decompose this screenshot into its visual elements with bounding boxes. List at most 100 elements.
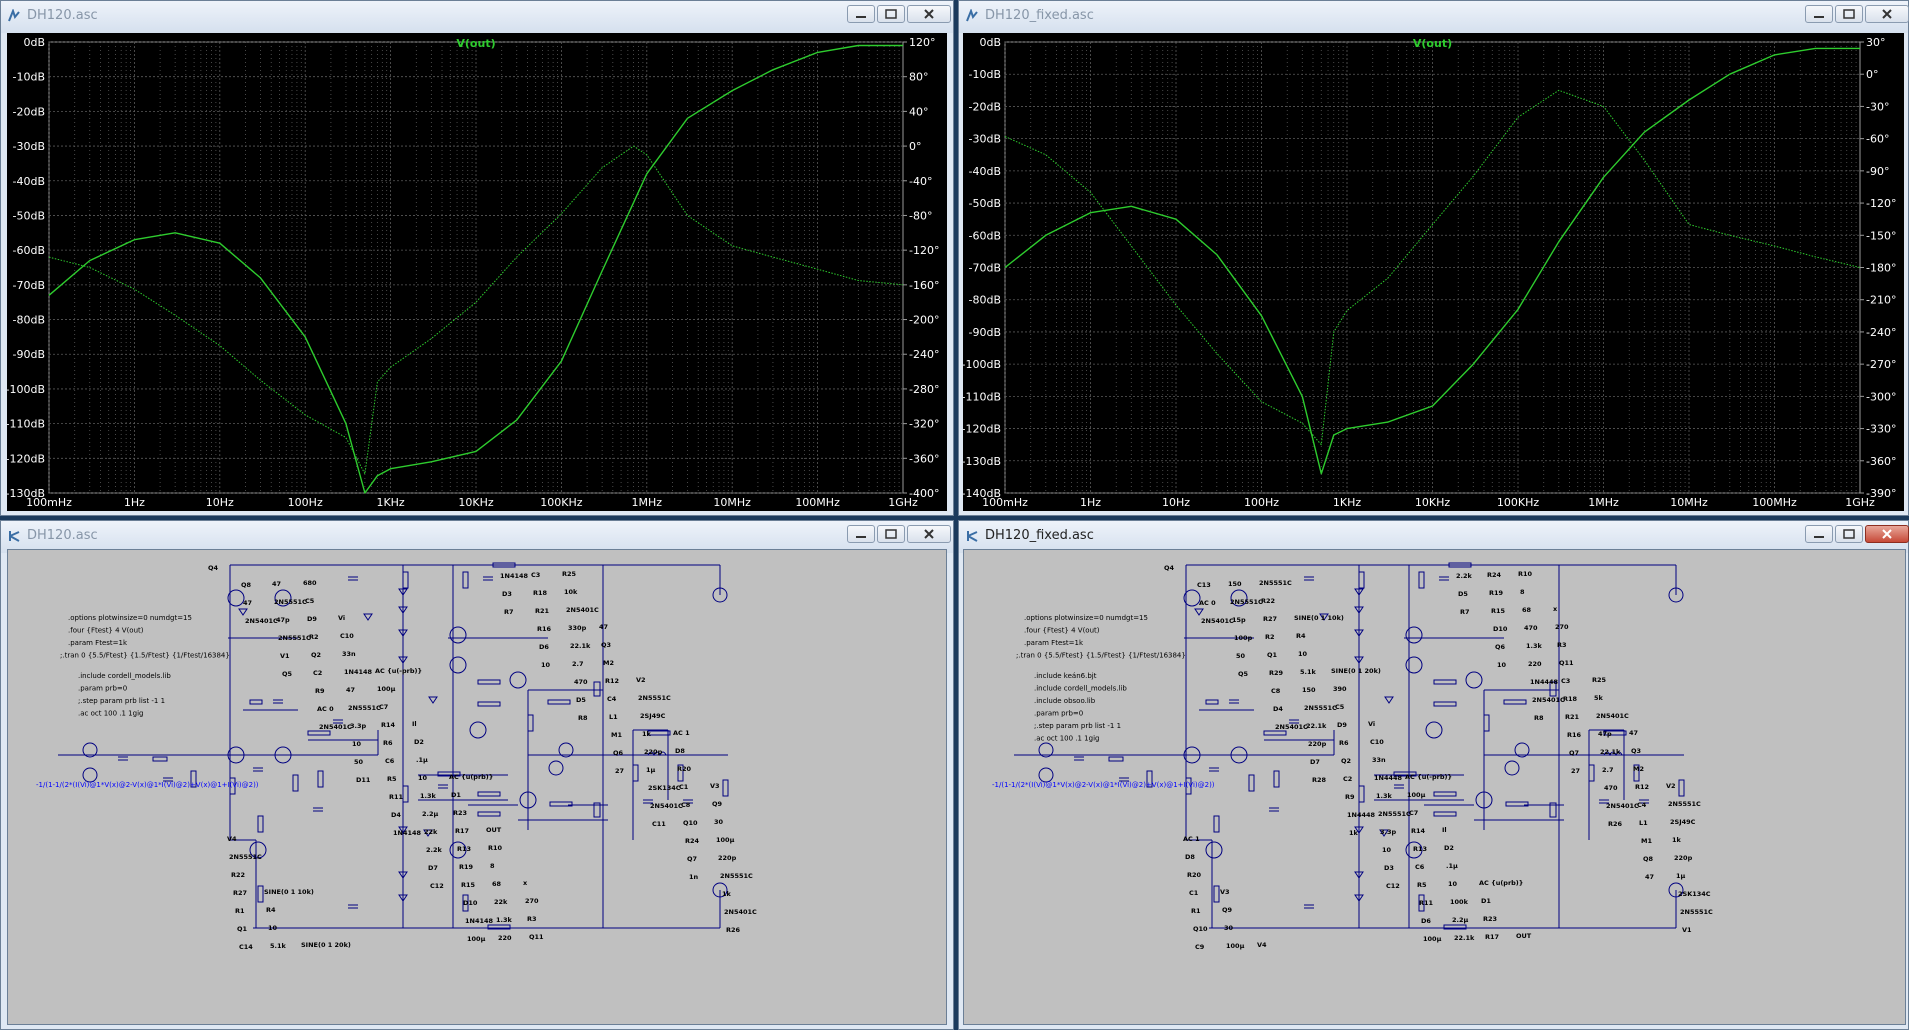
y2-tick-label: 0° (909, 140, 922, 153)
plot-area[interactable]: 0dB -10dB -20dB -30dB -40dB -50dB -60dB -70dB -8… (6, 33, 947, 511)
component-label: 1N4148 (465, 917, 494, 925)
component-label: L1 (1639, 819, 1648, 827)
component-label: Q6 (613, 749, 624, 757)
minimize-icon (856, 536, 866, 538)
title-bar[interactable]: DH120_fixed.asc (959, 1, 1909, 33)
magnitude-trace (48, 44, 903, 494)
maximize-button[interactable] (1835, 525, 1863, 543)
schematic-canvas[interactable]: .options plotwinsize=0 numdgt=15 .four {F… (963, 549, 1906, 1025)
transistor (1425, 721, 1443, 739)
spice-directive: .four {Ftest} 4 V(out) (68, 627, 144, 635)
component-label: 220p (644, 748, 663, 756)
close-button[interactable] (907, 525, 951, 543)
y-tick-label: -10dB (13, 71, 46, 84)
component-label: V3 (710, 782, 720, 790)
component-label: 5k (1594, 694, 1604, 702)
schematic-canvas[interactable]: .options plotwinsize=0 numdgt=15 .four {F… (7, 549, 947, 1025)
component-label: R24 (1487, 571, 1502, 579)
component-label: R19 (459, 863, 474, 871)
y2-tick-label: 120° (909, 36, 936, 49)
component-label: 2N5401C (1532, 696, 1565, 704)
component-label: 1k (642, 730, 652, 738)
resistor (1433, 679, 1457, 685)
y2-tick-label: -320° (909, 418, 939, 431)
minimize-button[interactable] (1805, 5, 1833, 23)
component-label: 2SJ49C (1670, 818, 1696, 826)
minimize-button[interactable] (847, 5, 875, 23)
resistor (292, 774, 299, 792)
component-label: 1µ (1676, 872, 1686, 880)
title-bar[interactable]: DH120.asc (1, 1, 953, 33)
component-label: C10 (340, 632, 354, 640)
y-tick-label: 0dB (979, 36, 1001, 49)
component-label: Q6 (1495, 643, 1506, 651)
component-label: 1N4148 (393, 829, 422, 837)
component-label: R2 (309, 633, 319, 641)
resistor (632, 764, 639, 782)
component-label: C4 (607, 695, 617, 703)
x-tick-label: 100MHz (795, 496, 840, 509)
maximize-button[interactable] (877, 5, 905, 23)
component-label: C10 (1370, 738, 1384, 746)
component-label: Q7 (687, 855, 697, 863)
component-label: 2.2k (1456, 572, 1473, 580)
schematic-window-right: DH120_fixed.asc .options plotwinsize=0 n… (958, 520, 1909, 1030)
close-button[interactable] (1865, 525, 1909, 543)
plot-area[interactable]: 0dB -10dB -20dB -30dB -40dB -50dB -60dB -70dB -8… (962, 33, 1904, 511)
component-label: 2N5401C (1201, 617, 1234, 625)
component-label: Vi (1368, 720, 1375, 728)
component-label: 1N4448 (1530, 678, 1559, 686)
component-label: D10 (1493, 625, 1508, 633)
component-label: 22.1k (1600, 748, 1621, 756)
component-label: R22 (231, 871, 245, 879)
component-label: C12 (1386, 882, 1400, 890)
component-label: Q10 (683, 819, 698, 827)
component-label: 2N5551C (348, 704, 381, 712)
spice-directive: .ac oct 100 .1 1gig (1034, 735, 1099, 743)
resistor (249, 699, 263, 705)
component-label: R8 (578, 714, 588, 722)
component-label: x (523, 879, 528, 887)
component-label: 2N5401C (245, 617, 278, 625)
resistor (1213, 885, 1220, 903)
resistor (1273, 770, 1280, 788)
minimize-button[interactable] (1805, 525, 1833, 543)
component-label: D1 (451, 791, 461, 799)
component-label: 2N5551C (1230, 598, 1263, 606)
x-tick-label: 1MHz (632, 496, 663, 509)
transistor (449, 656, 467, 674)
component-label: C6 (1415, 863, 1425, 871)
minimize-button[interactable] (847, 525, 875, 543)
resistor (477, 701, 501, 707)
schematic-app-icon (967, 531, 978, 542)
component-label: D9 (1337, 721, 1347, 729)
maximize-button[interactable] (1835, 5, 1863, 23)
component-label: AC {u(prb)} (1479, 879, 1523, 887)
component-label: C1 (1189, 889, 1199, 897)
resistor (1418, 571, 1425, 589)
component-label: AC 0 (1199, 599, 1216, 607)
component-label: R14 (1411, 827, 1426, 835)
minimize-icon (856, 16, 866, 18)
resistor (257, 815, 264, 833)
component-label: D8 (675, 747, 685, 755)
close-button[interactable] (1865, 5, 1909, 23)
component-label: AC 0 (317, 705, 334, 713)
component-label: Q11 (1559, 659, 1574, 667)
close-button[interactable] (907, 5, 951, 23)
component-label: 100p (1234, 634, 1253, 642)
component-label: R18 (1563, 695, 1578, 703)
plot-window-left: DH120.asc 0dB -10dB -20dB -30dB -40dB -50dB -6… (0, 0, 954, 516)
component-label: 10 (268, 924, 278, 932)
y-tick-label: -60dB (969, 229, 1002, 242)
component-label: R26 (1608, 820, 1623, 828)
component-label: 680 (303, 579, 317, 587)
maximize-button[interactable] (877, 525, 905, 543)
component-label: R2 (1265, 633, 1275, 641)
component-label: 2SK134C (1678, 890, 1711, 898)
component-label: 2N5551C (1378, 810, 1411, 818)
resistor (1503, 699, 1527, 705)
transistor (509, 671, 527, 689)
component-label: R11 (1419, 899, 1434, 907)
component-label: 2N5551C (229, 853, 262, 861)
